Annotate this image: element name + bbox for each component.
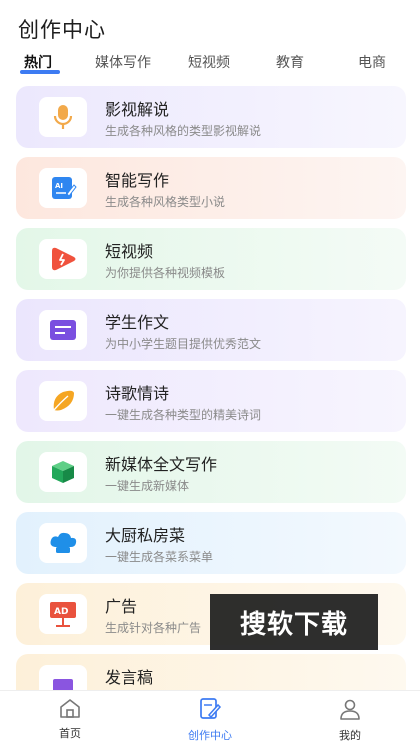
card-subtitle: 生成各种风格类型小说 — [105, 195, 226, 209]
tab-education[interactable]: 教育 — [276, 52, 304, 72]
active-tab-indicator — [20, 70, 60, 74]
card-subtitle: 生成针对各种广告 — [105, 621, 202, 635]
card-title: 影视解说 — [105, 100, 170, 119]
card-title: 广告 — [105, 597, 138, 616]
microphone-icon — [39, 97, 87, 137]
nav-create-label: 创作中心 — [188, 729, 232, 742]
card-title: 大厨私房菜 — [105, 526, 186, 545]
nav-home-label: 首页 — [59, 727, 81, 740]
tab-hot[interactable]: 热门 — [24, 52, 52, 72]
card-student-essay[interactable]: 学生作文 为中小学生题目提供优秀范文 — [16, 299, 406, 361]
home-icon — [60, 699, 80, 718]
card-smart-writing[interactable]: AI 智能写作 生成各种风格类型小说 — [16, 157, 406, 219]
card-subtitle: 生成各种风格的类型影视解说 — [105, 124, 262, 138]
ad-sign-icon: AD — [39, 594, 87, 634]
card-short-video[interactable]: 短视频 为你提供各种视频模板 — [16, 228, 406, 290]
nav-profile[interactable]: 我的 — [310, 697, 390, 743]
card-title: 智能写作 — [105, 171, 170, 190]
tab-ecommerce[interactable]: 电商 — [358, 52, 386, 72]
ai-write-icon: AI — [39, 168, 87, 208]
card-subtitle: 为中小学生题目提供优秀范文 — [105, 337, 262, 351]
card-subtitle: 一键生成各种类型的精美诗词 — [105, 408, 262, 422]
video-play-icon — [39, 239, 87, 279]
profile-icon — [340, 699, 360, 720]
leaf-icon — [39, 381, 87, 421]
card-title: 发言稿 — [105, 668, 154, 687]
chef-hat-icon — [39, 523, 87, 563]
nav-create-center[interactable]: 创作中心 — [170, 697, 250, 743]
card-title: 诗歌情诗 — [105, 384, 170, 403]
card-title: 新媒体全文写作 — [105, 455, 218, 474]
tab-short-video[interactable]: 短视频 — [188, 52, 230, 72]
svg-text:AI: AI — [55, 182, 63, 190]
svg-text:AD: AD — [54, 607, 68, 617]
nav-profile-label: 我的 — [339, 729, 361, 742]
watermark-overlay: 搜软下载 — [210, 594, 378, 650]
nav-home[interactable]: 首页 — [30, 697, 110, 741]
card-new-media[interactable]: 新媒体全文写作 一键生成新媒体 — [16, 441, 406, 503]
bottom-nav: 首页 创作中心 我的 — [0, 690, 420, 746]
card-title: 学生作文 — [105, 313, 170, 332]
card-film-commentary[interactable]: 影视解说 生成各种风格的类型影视解说 — [16, 86, 406, 148]
tab-media-writing[interactable]: 媒体写作 — [95, 52, 151, 72]
card-title: 短视频 — [105, 242, 154, 261]
card-subtitle: 一键生成各菜系菜单 — [105, 550, 214, 564]
card-chef-menu[interactable]: 大厨私房菜 一键生成各菜系菜单 — [16, 512, 406, 574]
category-tabs: 热门 媒体写作 短视频 教育 电商 — [0, 52, 420, 76]
page-title: 创作中心 — [18, 18, 106, 42]
create-icon — [200, 698, 222, 719]
cube-icon — [39, 452, 87, 492]
essay-icon — [39, 310, 87, 350]
card-subtitle: 一键生成新媒体 — [105, 479, 190, 493]
card-poetry[interactable]: 诗歌情诗 一键生成各种类型的精美诗词 — [16, 370, 406, 432]
card-subtitle: 为你提供各种视频模板 — [105, 266, 226, 280]
